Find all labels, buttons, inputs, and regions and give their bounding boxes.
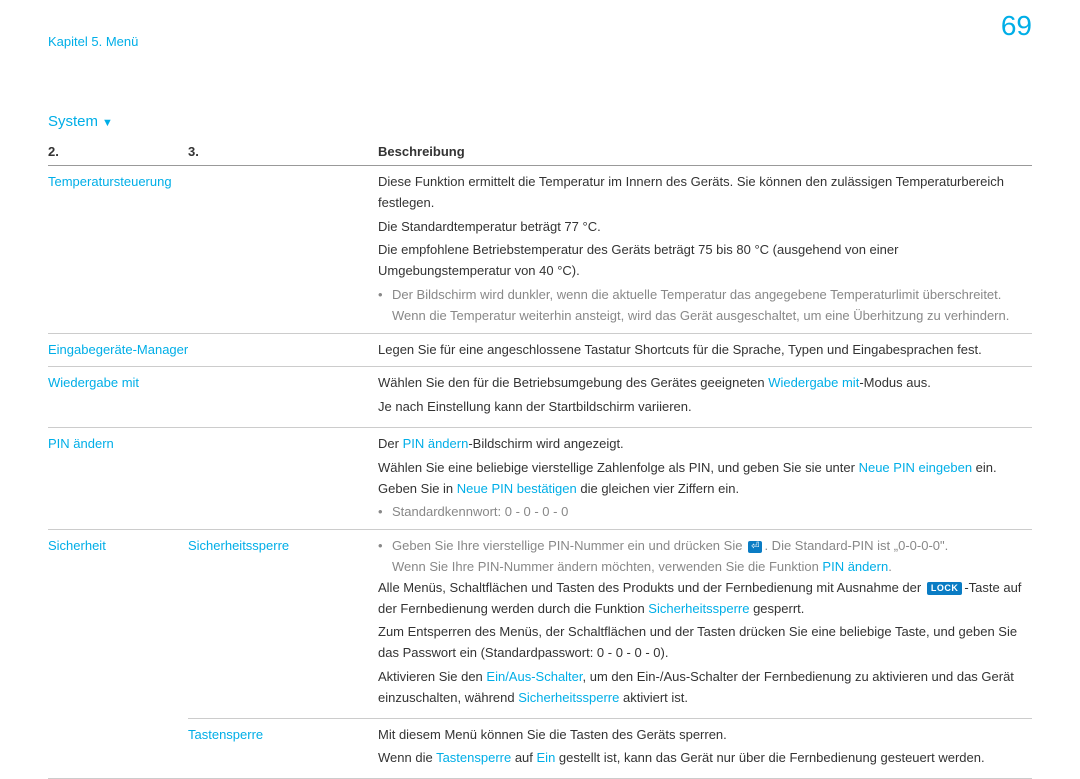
text: Der (378, 436, 403, 451)
description-text: Aktivieren Sie den Ein/Aus-Schalter, um … (378, 667, 1024, 709)
text: auf (511, 750, 536, 765)
table-row: Sicherheit Sicherheitssperre Geben Sie I… (48, 530, 1032, 718)
cell-label: Sicherheit (48, 538, 106, 553)
text: Alle Menüs, Schaltflächen und Tasten des… (378, 580, 925, 595)
table-row: PIN ändern Der PIN ändern-Bildschirm wir… (48, 427, 1032, 529)
description-text: Wählen Sie den für die Betriebsumgebung … (378, 373, 1024, 394)
description-text: Mit diesem Menü können Sie die Tasten de… (378, 725, 1024, 746)
description-text: Diese Funktion ermittelt die Temperatur … (378, 172, 1024, 214)
manual-page: 69 Kapitel 5. Menü System ▼ 2. 3. Beschre… (0, 0, 1080, 763)
link-text: PIN ändern (403, 436, 469, 451)
link-text: Sicherheitssperre (648, 601, 749, 616)
text: gesperrt. (749, 601, 804, 616)
description-text: Wählen Sie eine beliebige vierstellige Z… (378, 458, 1024, 500)
cell-label: PIN ändern (48, 436, 114, 451)
cell-label: Eingabegeräte-Manager (48, 342, 188, 357)
link-text: Ein/Aus-Schalter (486, 669, 582, 684)
description-text: Die Standardtemperatur beträgt 77 °C. (378, 217, 1024, 238)
text: Wählen Sie eine beliebige vierstellige Z… (378, 460, 859, 475)
description-text: Die empfohlene Betriebstemperatur des Ge… (378, 240, 1024, 282)
link-text: Ein (537, 750, 556, 765)
link-text: PIN ändern (822, 559, 888, 574)
description-text: Je nach Einstellung kann der Startbildsc… (378, 397, 1024, 418)
text: gestellt ist, kann das Gerät nur über di… (555, 750, 984, 765)
cell-label: Wiedergabe mit (48, 375, 139, 390)
text: Aktivieren Sie den (378, 669, 486, 684)
link-text: Sicherheitssperre (518, 690, 619, 705)
link-text: Wiedergabe mit (768, 375, 859, 390)
link-text: Tastensperre (436, 750, 511, 765)
text: . Die Standard-PIN ist „0-0-0-0". (764, 538, 948, 553)
description-text: Zum Entsperren des Menüs, der Schaltfläc… (378, 622, 1024, 664)
dropdown-arrow-icon: ▼ (102, 117, 113, 129)
cell-sublabel: Tastensperre (188, 727, 263, 742)
column-header-description: Beschreibung (378, 138, 1032, 166)
column-header-3: 3. (188, 138, 378, 166)
section-heading: System ▼ (48, 113, 1032, 130)
text: -Modus aus. (859, 375, 931, 390)
page-number: 69 (1001, 10, 1032, 42)
settings-table: 2. 3. Beschreibung Temperatursteuerung D… (48, 138, 1032, 779)
text: Geben Sie Ihre vierstellige PIN-Nummer e… (392, 538, 746, 553)
table-row: Wiedergabe mit Wählen Sie den für die Be… (48, 367, 1032, 428)
chapter-title: Kapitel 5. Menü (48, 34, 1032, 49)
text: . (888, 559, 892, 574)
link-text: Neue PIN eingeben (859, 460, 972, 475)
description-text: Alle Menüs, Schaltflächen und Tasten des… (378, 578, 1024, 620)
text: Wählen Sie den für die Betriebsumgebung … (378, 375, 768, 390)
description-text: Wenn die Tastensperre auf Ein gestellt i… (378, 748, 1024, 769)
note-text: Geben Sie Ihre vierstellige PIN-Nummer e… (392, 536, 1024, 578)
table-header-row: 2. 3. Beschreibung (48, 138, 1032, 166)
note-text: Der Bildschirm wird dunkler, wenn die ak… (392, 285, 1024, 327)
table-row: Eingabegeräte-Manager Legen Sie für eine… (48, 333, 1032, 367)
description-text: Legen Sie für eine angeschlossene Tastat… (378, 342, 982, 357)
section-label: System (48, 113, 98, 130)
text: aktiviert ist. (619, 690, 688, 705)
link-text: Neue PIN bestätigen (457, 481, 577, 496)
text: Wenn Sie Ihre PIN-Nummer ändern möchten,… (392, 559, 822, 574)
description-text: Der PIN ändern-Bildschirm wird angezeigt… (378, 434, 1024, 455)
enter-icon: ⏎ (748, 541, 762, 553)
text: -Bildschirm wird angezeigt. (468, 436, 623, 451)
table-row: Temperatursteuerung Diese Funktion ermit… (48, 166, 1032, 334)
cell-label: Temperatursteuerung (48, 174, 172, 189)
text: die gleichen vier Ziffern ein. (577, 481, 739, 496)
cell-sublabel: Sicherheitssperre (188, 538, 289, 553)
table-row: Tastensperre Mit diesem Menü können Sie … (48, 718, 1032, 779)
text: Wenn die (378, 750, 436, 765)
column-header-2: 2. (48, 138, 188, 166)
lock-button-icon: LOCK (927, 582, 963, 595)
note-text: Standardkennwort: 0 - 0 - 0 - 0 (392, 502, 1024, 523)
